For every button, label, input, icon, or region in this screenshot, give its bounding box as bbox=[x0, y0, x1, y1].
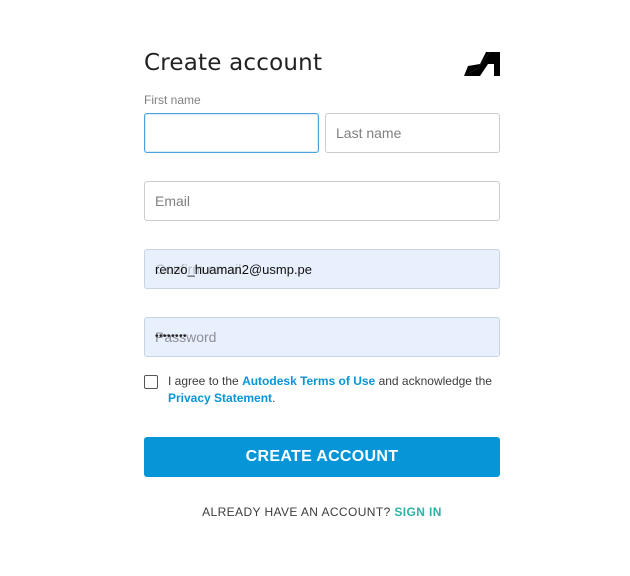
terms-suffix: . bbox=[272, 391, 276, 405]
signin-prompt-text: ALREADY HAVE AN ACCOUNT? bbox=[202, 505, 391, 519]
email-placeholder: Email bbox=[155, 193, 191, 209]
signin-prompt: ALREADY HAVE AN ACCOUNT? SIGN IN bbox=[144, 505, 500, 519]
confirm-email-field[interactable]: Confirm email renzo_huaman2@usmp.pe bbox=[144, 249, 500, 289]
email-field[interactable]: Email bbox=[144, 181, 500, 221]
password-dots: •••••••• bbox=[155, 331, 188, 342]
create-account-page: Create account First name Last name Emai… bbox=[0, 0, 630, 576]
autofill-value: renzo_huaman2@usmp.pe bbox=[155, 261, 313, 277]
password-field[interactable]: Password •••••••• bbox=[144, 317, 500, 357]
terms-checkbox[interactable] bbox=[144, 375, 158, 389]
first-name-field[interactable] bbox=[144, 113, 319, 153]
signin-link[interactable]: SIGN IN bbox=[394, 505, 441, 519]
create-account-button[interactable]: CREATE ACCOUNT bbox=[144, 437, 500, 477]
last-name-field[interactable]: Last name bbox=[325, 113, 500, 153]
form-header: Create account bbox=[144, 48, 500, 80]
terms-of-use-link[interactable]: Autodesk Terms of Use bbox=[242, 374, 375, 388]
privacy-statement-link[interactable]: Privacy Statement bbox=[168, 391, 272, 405]
terms-text: I agree to the Autodesk Terms of Use and… bbox=[168, 373, 500, 407]
page-title: Create account bbox=[144, 50, 323, 76]
last-name-placeholder: Last name bbox=[336, 125, 402, 141]
terms-prefix: I agree to the bbox=[168, 374, 239, 388]
create-account-form: Create account First name Last name Emai… bbox=[144, 48, 500, 519]
autodesk-logo-icon bbox=[464, 52, 500, 76]
terms-agreement: I agree to the Autodesk Terms of Use and… bbox=[144, 373, 500, 407]
first-name-label: First name bbox=[144, 93, 201, 107]
terms-mid: and acknowledge the bbox=[378, 374, 492, 388]
